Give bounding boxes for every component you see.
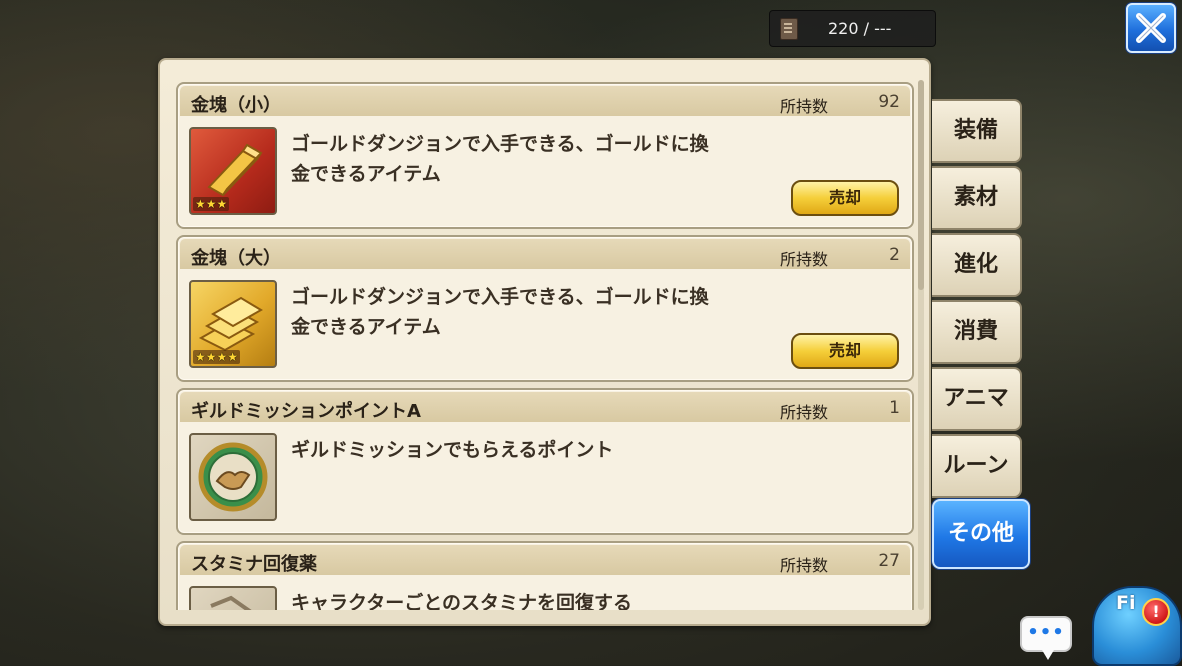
- close-button[interactable]: [1126, 3, 1176, 53]
- sell-button[interactable]: 売却: [791, 180, 899, 216]
- owned-label: 所持数: [780, 403, 829, 422]
- item-header: 金塊（大） 所持数 2: [180, 239, 910, 269]
- sell-button[interactable]: 売却: [791, 333, 899, 369]
- inventory-capacity-text: 220 / ---: [828, 19, 892, 38]
- tab-evolution[interactable]: 進化: [932, 233, 1022, 297]
- item-header: 金塊（小） 所持数 92: [180, 86, 910, 116]
- tab-equipment[interactable]: 装備: [932, 99, 1022, 163]
- rarity-stars: ★★★: [193, 197, 230, 211]
- item-header: ギルドミッションポイントA 所持数 1: [180, 392, 910, 422]
- description-line: ギルドミッションでもらえるポイント: [291, 439, 614, 461]
- tab-materials[interactable]: 素材: [932, 166, 1022, 230]
- item-name: スタミナ回復薬: [191, 554, 317, 575]
- mascot-label: Fi: [1116, 592, 1136, 614]
- stamina-potion-icon: [189, 586, 277, 610]
- gold-bars-large-icon: ★★★★: [189, 280, 277, 368]
- rarity-stars: ★★★★: [193, 350, 241, 364]
- guild-handshake-medal-icon: [189, 433, 277, 521]
- chat-button[interactable]: •••: [1020, 616, 1072, 660]
- bag-icon: [780, 18, 798, 40]
- description-line: ゴールドダンジョンで入手できる、ゴールドに換: [291, 133, 709, 155]
- mascot-button[interactable]: Fi !: [1086, 580, 1182, 666]
- owned-count: 92: [878, 92, 900, 112]
- chat-bubble-icon: •••: [1027, 622, 1065, 643]
- tab-runes[interactable]: ルーン: [932, 434, 1022, 498]
- description-line: キャラクターごとのスタミナを回復する: [291, 592, 633, 610]
- description-line: 金できるアイテム: [291, 316, 441, 338]
- item-header: スタミナ回復薬 所持数 27: [180, 545, 910, 575]
- list-item: スタミナ回復薬 所持数 27 キャラクターごとのスタミナを回復する: [176, 541, 914, 610]
- item-name: 金塊（小）: [191, 95, 281, 116]
- item-description: ギルドミッションでもらえるポイント: [291, 435, 781, 465]
- owned-count: 27: [878, 551, 900, 571]
- item-description: ゴールドダンジョンで入手できる、ゴールドに換 金できるアイテム: [291, 282, 781, 342]
- list-item: 金塊（小） 所持数 92 ★★★ ゴールドダンジョンで入手できる、ゴールドに換 …: [176, 82, 914, 229]
- tab-anima[interactable]: アニマ: [932, 367, 1022, 431]
- scrollbar[interactable]: [918, 80, 924, 610]
- item-description: ゴールドダンジョンで入手できる、ゴールドに換 金できるアイテム: [291, 129, 781, 189]
- item-list[interactable]: 金塊（小） 所持数 92 ★★★ ゴールドダンジョンで入手できる、ゴールドに換 …: [176, 82, 916, 610]
- alert-icon: !: [1142, 598, 1170, 626]
- owned-label: 所持数: [780, 250, 829, 269]
- close-icon: [1136, 13, 1166, 43]
- gold-bar-small-icon: ★★★: [189, 127, 277, 215]
- item-description: キャラクターごとのスタミナを回復する: [291, 588, 781, 610]
- owned-count: 2: [889, 245, 900, 265]
- description-line: 金できるアイテム: [291, 163, 441, 185]
- list-item: ギルドミッションポイントA 所持数 1 ギルドミッションでもらえるポイント: [176, 388, 914, 535]
- description-line: ゴールドダンジョンで入手できる、ゴールドに換: [291, 286, 709, 308]
- mascot-character-icon: [1092, 586, 1182, 666]
- owned-count: 1: [889, 398, 900, 418]
- item-list-panel: 金塊（小） 所持数 92 ★★★ ゴールドダンジョンで入手できる、ゴールドに換 …: [158, 58, 931, 626]
- list-item: 金塊（大） 所持数 2 ★★★★ ゴールドダンジョンで入手できる、ゴールドに換 …: [176, 235, 914, 382]
- owned-label: 所持数: [780, 556, 829, 575]
- scrollbar-thumb[interactable]: [918, 80, 924, 290]
- owned-label: 所持数: [780, 97, 829, 116]
- tab-other[interactable]: その他: [932, 499, 1030, 569]
- item-name: 金塊（大）: [191, 248, 281, 269]
- item-name: ギルドミッションポイントA: [191, 401, 421, 422]
- inventory-capacity: 220 / ---: [769, 10, 936, 47]
- tab-consumables[interactable]: 消費: [932, 300, 1022, 364]
